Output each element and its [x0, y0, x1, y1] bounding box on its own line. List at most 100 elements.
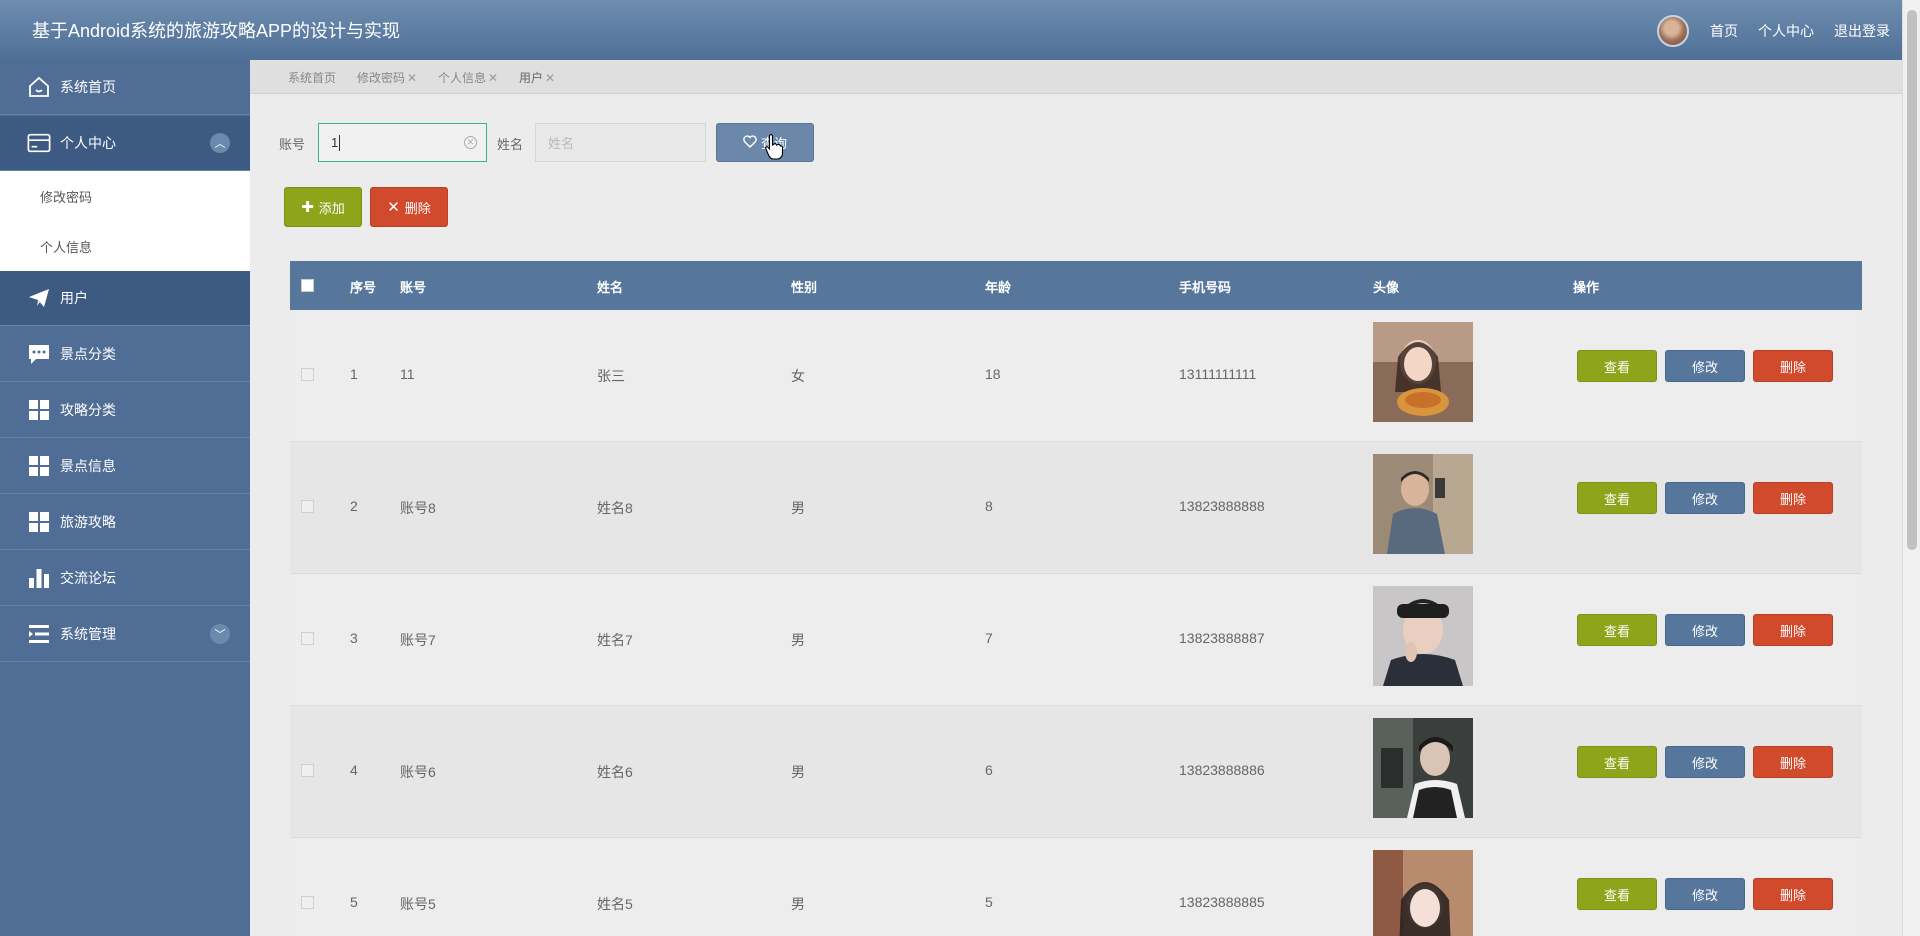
account-search-input[interactable]: 1 ✕ — [318, 123, 487, 162]
chevron-down-icon[interactable]: ﹀ — [210, 624, 230, 644]
send-icon — [27, 286, 51, 310]
tab-personal-info[interactable]: 个人信息 ✕ — [438, 69, 498, 86]
cell-phone: 13823888887 — [1179, 630, 1265, 646]
avatar-photo — [1373, 850, 1473, 936]
cell-gender: 男 — [791, 632, 805, 648]
chevron-up-icon[interactable]: ︿ — [210, 133, 230, 153]
cell-name: 姓名6 — [597, 764, 633, 780]
sidebar-item-scenic-category[interactable]: 景点分类 — [0, 327, 250, 382]
cell-account: 11 — [400, 366, 415, 382]
row-checkbox[interactable] — [301, 896, 314, 909]
wallet-icon — [27, 131, 51, 155]
sidebar-subitem-label: 修改密码 — [40, 189, 93, 205]
cell-phone: 13111111111 — [1179, 366, 1257, 382]
sidebar-item-travel-guide[interactable]: 旅游攻略 — [0, 495, 250, 550]
nav-profile-link[interactable]: 个人中心 — [1758, 21, 1814, 41]
sidebar-item-label: 旅游攻略 — [60, 514, 116, 530]
select-all-checkbox[interactable] — [301, 279, 314, 292]
sidebar-item-system-management[interactable]: 系统管理 ﹀ — [0, 607, 250, 662]
sidebar: 系统首页 个人中心 ︿ 修改密码 个人信息 用户 景点分类 攻略分类 景点信息 — [0, 60, 250, 936]
sidebar-item-label: 用户 — [60, 290, 88, 306]
chat-icon — [27, 342, 51, 366]
delete-button-label: 删除 — [404, 200, 431, 216]
edit-button[interactable]: 修改 — [1665, 482, 1745, 514]
close-icon[interactable]: ✕ — [488, 71, 498, 85]
sidebar-item-label: 系统管理 — [60, 626, 116, 642]
cell-name: 姓名8 — [597, 500, 633, 516]
table-header: 序号 账号 姓名 性别 年龄 手机号码 头像 操作 — [290, 261, 1862, 310]
tab-change-password[interactable]: 修改密码 ✕ — [357, 69, 417, 86]
table-row: 4 账号6 姓名6 男 6 13823888886 查看 修改 删除 — [290, 706, 1862, 838]
name-search-input[interactable]: 姓名 — [535, 123, 706, 162]
cell-account: 账号6 — [400, 764, 436, 780]
sidebar-subitem-personal-info[interactable]: 个人信息 — [0, 221, 250, 271]
cell-age: 7 — [985, 630, 993, 646]
page-scrollbar[interactable] — [1902, 0, 1920, 936]
avatar-photo — [1373, 718, 1473, 818]
view-button[interactable]: 查看 — [1577, 746, 1657, 778]
nav-logout-link[interactable]: 退出登录 — [1834, 21, 1890, 41]
avatar-photo — [1373, 454, 1473, 554]
delete-button[interactable]: 删除 — [1753, 482, 1833, 514]
cell-age: 8 — [985, 498, 993, 514]
user-avatar[interactable] — [1657, 15, 1689, 47]
delete-button[interactable]: 删除 — [1753, 878, 1833, 910]
edit-button[interactable]: 修改 — [1665, 614, 1745, 646]
cell-index: 2 — [350, 498, 358, 514]
cell-account: 账号5 — [400, 896, 436, 912]
close-icon[interactable]: ✕ — [407, 71, 417, 85]
edit-button[interactable]: 修改 — [1665, 746, 1745, 778]
sidebar-item-scenic-info[interactable]: 景点信息 — [0, 439, 250, 494]
sidebar-item-guide-category[interactable]: 攻略分类 — [0, 383, 250, 438]
nav-home-link[interactable]: 首页 — [1710, 21, 1738, 41]
view-button[interactable]: 查看 — [1577, 350, 1657, 382]
close-icon[interactable]: ✕ — [545, 71, 555, 85]
sidebar-item-personal-center[interactable]: 个人中心 ︿ — [0, 116, 250, 171]
edit-button[interactable]: 修改 — [1665, 350, 1745, 382]
sidebar-item-users[interactable]: 用户 — [0, 271, 250, 326]
avatar-photo — [1373, 322, 1473, 422]
sidebar-item-home[interactable]: 系统首页 — [0, 60, 250, 115]
grid-icon — [27, 398, 51, 422]
cell-phone: 13823888888 — [1179, 498, 1265, 514]
cell-phone: 13823888885 — [1179, 894, 1265, 910]
table-row: 5 账号5 姓名5 男 5 13823888885 查看 修改 删除 — [290, 838, 1862, 936]
row-checkbox[interactable] — [301, 632, 314, 645]
app-title: 基于Android系统的旅游攻略APP的设计与实现 — [32, 21, 401, 41]
batch-delete-button[interactable]: ✕ 删除 — [370, 187, 448, 227]
column-header: 头像 — [1373, 280, 1400, 295]
sidebar-subitem-change-password[interactable]: 修改密码 — [0, 171, 250, 221]
tab-home[interactable]: 系统首页 — [288, 69, 336, 86]
view-button[interactable]: 查看 — [1577, 614, 1657, 646]
avatar-photo — [1373, 586, 1473, 686]
close-icon: ✕ — [387, 199, 400, 216]
clear-icon[interactable]: ✕ — [464, 136, 477, 149]
row-checkbox[interactable] — [301, 764, 314, 777]
scrollbar-thumb[interactable] — [1907, 10, 1917, 550]
table-row: 2 账号8 姓名8 男 8 13823888888 查看 修改 删除 — [290, 442, 1862, 574]
view-button[interactable]: 查看 — [1577, 878, 1657, 910]
tab-label: 系统首页 — [288, 71, 337, 85]
plus-icon: ✚ — [301, 199, 314, 216]
delete-button[interactable]: 删除 — [1753, 746, 1833, 778]
sidebar-item-forum[interactable]: 交流论坛 — [0, 551, 250, 606]
column-header: 操作 — [1573, 280, 1600, 295]
list-icon — [27, 622, 51, 646]
cell-index: 5 — [350, 894, 358, 910]
hand-cursor-icon — [765, 134, 784, 160]
view-button[interactable]: 查看 — [1577, 482, 1657, 514]
delete-button[interactable]: 删除 — [1753, 350, 1833, 382]
cell-index: 1 — [350, 366, 358, 382]
cell-gender: 男 — [791, 764, 805, 780]
cell-name: 张三 — [597, 368, 625, 384]
row-checkbox[interactable] — [301, 368, 314, 381]
cell-name: 姓名7 — [597, 632, 633, 648]
delete-button[interactable]: 删除 — [1753, 614, 1833, 646]
add-button[interactable]: ✚ 添加 — [284, 187, 362, 227]
column-header: 性别 — [791, 280, 818, 295]
tab-users[interactable]: 用户 ✕ — [519, 69, 555, 86]
column-header: 手机号码 — [1179, 280, 1232, 295]
cell-name: 姓名5 — [597, 896, 633, 912]
row-checkbox[interactable] — [301, 500, 314, 513]
edit-button[interactable]: 修改 — [1665, 878, 1745, 910]
